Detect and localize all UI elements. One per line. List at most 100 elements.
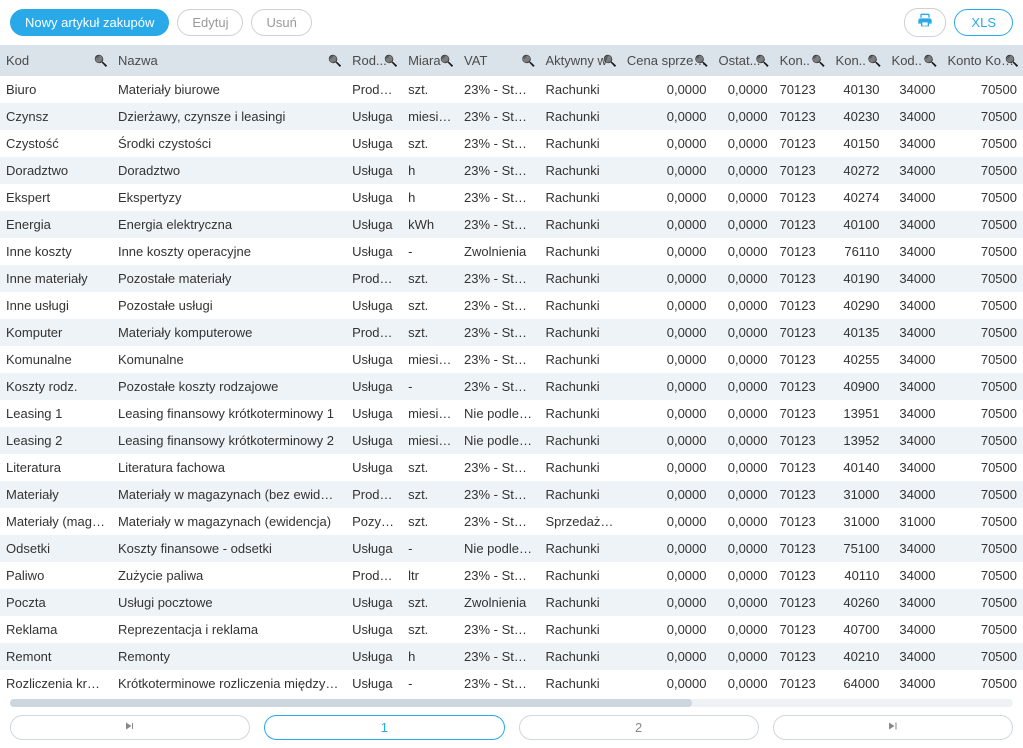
cell-aktywny: Rachunki bbox=[539, 589, 620, 616]
table-row[interactable]: EnergiaEnergia elektrycznaUsługakWh23% -… bbox=[0, 211, 1023, 238]
cell-kon1: 70123 bbox=[774, 481, 830, 508]
cell-konto: 70500 bbox=[942, 211, 1023, 238]
column-header-kon2[interactable]: Kon..🔍 bbox=[830, 45, 886, 76]
cell-konto: 70500 bbox=[942, 589, 1023, 616]
scrollbar-thumb[interactable] bbox=[10, 699, 692, 707]
column-header-kod2[interactable]: Kod..🔍 bbox=[886, 45, 942, 76]
cell-cena: 0,0000 bbox=[621, 184, 713, 211]
cell-rodz: Usługa bbox=[346, 643, 402, 670]
column-header-konto[interactable]: Konto Kos...🔍 bbox=[942, 45, 1023, 76]
table-row[interactable]: PaliwoZużycie paliwaProduktltr23% - Staw… bbox=[0, 562, 1023, 589]
cell-kon1: 70123 bbox=[774, 589, 830, 616]
table-row[interactable]: LiteraturaLiteratura fachowaUsługaszt.23… bbox=[0, 454, 1023, 481]
cell-kon1: 70123 bbox=[774, 643, 830, 670]
table-row[interactable]: KomunalneKomunalneUsługamiesiąc23% - Sta… bbox=[0, 346, 1023, 373]
table-row[interactable]: MateriałyMateriały w magazynach (bez ewi… bbox=[0, 481, 1023, 508]
cell-konto: 70500 bbox=[942, 265, 1023, 292]
table-row[interactable]: PocztaUsługi pocztoweUsługaszt.Zwolnieni… bbox=[0, 589, 1023, 616]
search-icon[interactable]: 🔍 bbox=[522, 54, 536, 67]
search-icon[interactable]: 🔍 bbox=[94, 54, 108, 67]
table-row[interactable]: OdsetkiKoszty finansowe - odsetkiUsługa-… bbox=[0, 535, 1023, 562]
column-header-vat[interactable]: VAT🔍 bbox=[458, 45, 539, 76]
search-icon[interactable]: 🔍 bbox=[756, 54, 770, 67]
new-item-button[interactable]: Nowy artykuł zakupów bbox=[10, 9, 169, 36]
table-row[interactable]: EkspertEkspertyzyUsługah23% - Staw...Rac… bbox=[0, 184, 1023, 211]
table-row[interactable]: Leasing 2Leasing finansowy krótkotermino… bbox=[0, 427, 1023, 454]
table-row[interactable]: KomputerMateriały komputeroweProduktszt.… bbox=[0, 319, 1023, 346]
search-icon[interactable]: 🔍 bbox=[603, 54, 617, 67]
column-header-kod[interactable]: Kod🔍 bbox=[0, 45, 112, 76]
cell-kon2: 40274 bbox=[830, 184, 886, 211]
cell-kon1: 70123 bbox=[774, 454, 830, 481]
search-icon[interactable]: 🔍 bbox=[440, 54, 454, 67]
search-icon[interactable]: 🔍 bbox=[695, 54, 709, 67]
cell-nazwa: Środki czystości bbox=[112, 130, 346, 157]
xls-button[interactable]: XLS bbox=[954, 9, 1013, 36]
cell-miara: szt. bbox=[402, 589, 458, 616]
cell-nazwa: Dzierżawy, czynsze i leasingi bbox=[112, 103, 346, 130]
search-icon[interactable]: 🔍 bbox=[924, 54, 938, 67]
table-row[interactable]: RemontRemontyUsługah23% - Staw...Rachunk… bbox=[0, 643, 1023, 670]
pager-page-1-button[interactable]: 1 bbox=[264, 715, 504, 740]
column-header-rodz[interactable]: Rod...🔍 bbox=[346, 45, 402, 76]
column-header-kon1[interactable]: Kon..🔍 bbox=[774, 45, 830, 76]
cell-kod2: 34000 bbox=[886, 535, 942, 562]
search-icon[interactable]: 🔍 bbox=[812, 54, 826, 67]
table-row[interactable]: Inne materiałyPozostałe materiałyProdukt… bbox=[0, 265, 1023, 292]
pager-last-button[interactable] bbox=[773, 715, 1013, 740]
column-header-miara[interactable]: Miara🔍 bbox=[402, 45, 458, 76]
cell-aktywny: Rachunki bbox=[539, 130, 620, 157]
cell-kod: Literatura bbox=[0, 454, 112, 481]
first-page-icon bbox=[120, 720, 140, 735]
cell-kon2: 31000 bbox=[830, 481, 886, 508]
cell-cena: 0,0000 bbox=[621, 265, 713, 292]
column-header-aktywny[interactable]: Aktywny w🔍 bbox=[539, 45, 620, 76]
table-row[interactable]: DoradztwoDoradztwoUsługah23% - Staw...Ra… bbox=[0, 157, 1023, 184]
edit-button[interactable]: Edytuj bbox=[177, 9, 243, 36]
cell-konto: 70500 bbox=[942, 481, 1023, 508]
table-row[interactable]: Leasing 1Leasing finansowy krótkotermino… bbox=[0, 400, 1023, 427]
cell-kon1: 70123 bbox=[774, 670, 830, 697]
print-button[interactable] bbox=[904, 8, 946, 37]
cell-cena: 0,0000 bbox=[621, 238, 713, 265]
cell-vat: 23% - Staw... bbox=[458, 481, 539, 508]
cell-kod: Komputer bbox=[0, 319, 112, 346]
table-row[interactable]: Materiały (magaz...Materiały w magazynac… bbox=[0, 508, 1023, 535]
search-icon[interactable]: 🔍 bbox=[328, 54, 342, 67]
table-row[interactable]: Rozliczenia krótkieKrótkoterminowe rozli… bbox=[0, 670, 1023, 697]
cell-kod2: 34000 bbox=[886, 427, 942, 454]
pager-first-button[interactable] bbox=[10, 715, 250, 740]
column-header-cena[interactable]: Cena sprzed...🔍 bbox=[621, 45, 713, 76]
cell-nazwa: Energia elektryczna bbox=[112, 211, 346, 238]
cell-vat: Nie podlega... bbox=[458, 400, 539, 427]
cell-kon1: 70123 bbox=[774, 130, 830, 157]
search-icon[interactable]: 🔍 bbox=[384, 54, 398, 67]
cell-ostat: 0,0000 bbox=[713, 292, 774, 319]
cell-kon2: 40130 bbox=[830, 76, 886, 103]
cell-kod2: 34000 bbox=[886, 103, 942, 130]
cell-ostat: 0,0000 bbox=[713, 265, 774, 292]
delete-button[interactable]: Usuń bbox=[251, 9, 311, 36]
table-row[interactable]: Inne kosztyInne koszty operacyjneUsługa-… bbox=[0, 238, 1023, 265]
table-row[interactable]: Koszty rodz.Pozostałe koszty rodzajoweUs… bbox=[0, 373, 1023, 400]
pager-page-2-button[interactable]: 2 bbox=[519, 715, 759, 740]
table-row[interactable]: Inne usługiPozostałe usługiUsługaszt.23%… bbox=[0, 292, 1023, 319]
column-header-nazwa[interactable]: Nazwa🔍 bbox=[112, 45, 346, 76]
cell-vat: 23% - Staw... bbox=[458, 373, 539, 400]
search-icon[interactable]: 🔍 bbox=[868, 54, 882, 67]
cell-ostat: 0,0000 bbox=[713, 319, 774, 346]
column-header-ostat[interactable]: Ostat...🔍 bbox=[713, 45, 774, 76]
cell-kon2: 64000 bbox=[830, 670, 886, 697]
search-icon[interactable]: 🔍 bbox=[1005, 54, 1019, 67]
horizontal-scrollbar[interactable] bbox=[10, 699, 1013, 707]
cell-kod: Reklama bbox=[0, 616, 112, 643]
cell-cena: 0,0000 bbox=[621, 670, 713, 697]
table-row[interactable]: CzystośćŚrodki czystościUsługaszt.23% - … bbox=[0, 130, 1023, 157]
table-row[interactable]: CzynszDzierżawy, czynsze i leasingiUsług… bbox=[0, 103, 1023, 130]
cell-miara: - bbox=[402, 670, 458, 697]
table-row[interactable]: ReklamaReprezentacja i reklamaUsługaszt.… bbox=[0, 616, 1023, 643]
cell-kon1: 70123 bbox=[774, 103, 830, 130]
table-row[interactable]: BiuroMateriały biuroweProduktszt.23% - S… bbox=[0, 76, 1023, 103]
cell-rodz: Produkt bbox=[346, 319, 402, 346]
cell-kod2: 34000 bbox=[886, 670, 942, 697]
